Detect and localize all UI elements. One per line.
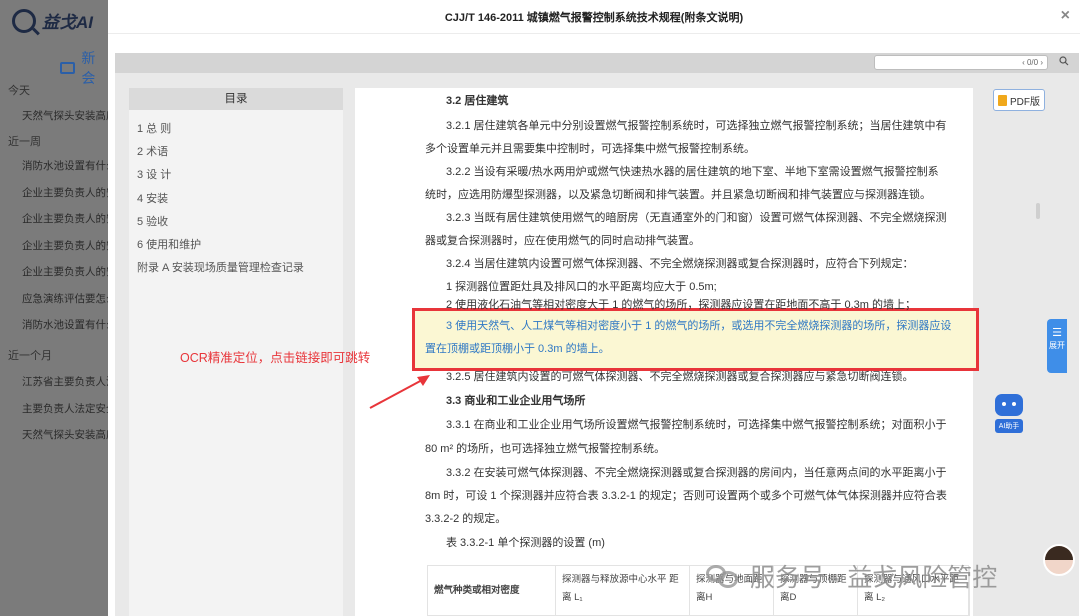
body-line: 置在顶棚或距顶棚小于 0.3m 的墙上。 xyxy=(425,343,610,355)
section-heading: 3.2 居住建筑 xyxy=(446,95,509,107)
history-item[interactable]: 企业主要负责人的安 xyxy=(22,264,108,279)
avatar[interactable] xyxy=(1043,544,1075,576)
toc-item[interactable]: 6 使用和维护 xyxy=(137,236,201,252)
body-line: 3 使用天然气、人工煤气等相对密度小于 1 的燃气的场所，或选用不完全燃烧探测器… xyxy=(446,320,952,332)
history-item[interactable]: 江苏省主要负责人法 xyxy=(22,374,108,389)
body-line: 表 3.3.2-1 单个探测器的设置 (m) xyxy=(446,537,605,549)
close-icon[interactable]: × xyxy=(1061,8,1070,24)
sidebar-section-label: 近一周 xyxy=(8,136,41,148)
ai-assistant-label: AI助手 xyxy=(994,419,1024,433)
body-line: 3.2.4 当居住建筑内设置可燃气体探测器、不完全燃烧探测器或复合探测器时，应符… xyxy=(446,258,914,270)
new-chat-button[interactable]: 新会 xyxy=(60,48,108,88)
toc-item[interactable]: 1 总 则 xyxy=(137,120,171,136)
body-line: 8m 时，可设 1 个探测器并应符合表 3.3.2-1 的规定；否则可设置两个或… xyxy=(425,490,947,502)
body-line: 3.3.2 在安装可燃气体探测器、不完全燃烧探测器或复合探测器的房间内，当任意两… xyxy=(446,467,947,479)
toc-item[interactable]: 3 设 计 xyxy=(137,166,171,182)
body-line: 80 m² 的场所，也可选择独立燃气报警控制系统。 xyxy=(425,443,666,455)
expand-label: 展开 xyxy=(1049,341,1065,350)
logo-icon xyxy=(12,8,36,33)
document-viewer: 目录 1 总 则 2 术语 3 设 计 4 安装 5 验收 6 使用和维护附录 A 安装现… xyxy=(115,73,1079,616)
table-header-cell: 探测器与释放源中心水平 距离 L₁ xyxy=(556,566,690,616)
toc-title: 目录 xyxy=(129,88,343,110)
history-item[interactable]: 企业主要负责人的安 xyxy=(22,185,108,200)
body-line: 2 使用液化石油气等相对密度大于 1 的燃气的场所，探测器应设置在距地面不高于 … xyxy=(446,299,916,311)
body-line: 3.2.5 居住建筑内设置的可燃气体探测器、不完全燃烧探测器或复合探测器应与紧急… xyxy=(446,371,914,383)
sidebar-section-label: 今天 xyxy=(8,85,30,97)
body-line: 多个设置单元并且需要集中控制时，可选择集中燃气报警控制系统。 xyxy=(425,143,755,155)
ai-assistant-button[interactable]: AI助手 xyxy=(988,390,1030,440)
toc-item[interactable]: 5 验收 xyxy=(137,213,168,229)
history-item[interactable]: 企业主要负责人的安 xyxy=(22,211,108,226)
body-line: 3.2.2 当设有采暖/热水两用炉或燃气快速热水器的居住建筑的地下室、半地下室需… xyxy=(446,166,939,178)
body-line: 3.3.1 在商业和工业企业用气场所设置燃气报警控制系统时，可选择集中燃气报警控… xyxy=(446,419,947,431)
viewer-toolbar: ‹ 0/0 › xyxy=(115,53,1079,73)
search-icon[interactable] xyxy=(1057,56,1071,70)
new-chat-icon xyxy=(60,62,76,74)
robot-icon xyxy=(995,394,1023,416)
logo-text: 益戈AI xyxy=(42,13,93,32)
body-line: 统时，应选用防爆型探测器，以及紧急切断阀和排气装置。并且紧急切断阀和排气装置应与… xyxy=(425,189,931,201)
background-sidebar: 益戈AI 新会 今天 天然气探头安装高度 近一周 消防水池设置有什么 企业主要负责人的安… xyxy=(0,0,108,616)
watermark-text: 服务号 · 益戈风险管控 xyxy=(750,564,998,592)
app-logo: 益戈AI xyxy=(12,8,93,33)
history-item[interactable]: 天然气探头安装高度 xyxy=(22,108,108,123)
toc-item[interactable]: 附录 A 安装现场质量管理检查记录 xyxy=(137,259,304,275)
sidebar-section-label: 近一个月 xyxy=(8,350,52,362)
toc-item[interactable]: 2 术语 xyxy=(137,143,168,159)
history-item[interactable]: 主要负责人法定安全 xyxy=(22,401,108,416)
document-page: 3.2 居住建筑 3.2.1 居住建筑各单元中分别设置燃气报警控制系统时，可选择独… xyxy=(355,88,979,616)
body-line: 器或复合探测器时，应在使用燃气的同时启动排气装置。 xyxy=(425,235,700,247)
wechat-icon xyxy=(706,563,742,589)
modal-title: CJJ/T 146-2011 城镇燃气报警控制系统技术规程(附条文说明) xyxy=(444,11,744,24)
pdf-icon xyxy=(998,94,1007,106)
pdf-button[interactable]: PDF版 xyxy=(993,89,1045,111)
watermark: 服务号 · 益戈风险管控 xyxy=(706,558,997,594)
table-header-cell: 燃气种类或相对密度 xyxy=(428,566,556,616)
section-heading: 3.3 商业和工业企业用气场所 xyxy=(446,395,586,407)
toc-item[interactable]: 4 安装 xyxy=(137,190,168,206)
search-input[interactable]: ‹ 0/0 › xyxy=(874,55,1048,70)
history-item[interactable]: 企业主要负责人的安 xyxy=(22,238,108,253)
list-icon: ☰ xyxy=(1052,327,1062,339)
body-line: 3.2.3 当既有居住建筑使用燃气的暗厨房（无直通室外的门和窗）设置可燃气体探测… xyxy=(446,212,947,224)
history-item[interactable]: 应急演练评估要怎么 xyxy=(22,291,108,306)
body-line: 3.3.2-2 的规定。 xyxy=(425,513,507,525)
expand-panel-button[interactable]: ☰ 展开 xyxy=(1047,319,1067,373)
document-modal: CJJ/T 146-2011 城镇燃气报警控制系统技术规程(附条文说明) × ‹… xyxy=(108,0,1080,616)
body-line: 3.2.1 居住建筑各单元中分别设置燃气报警控制系统时，可选择独立燃气报警控制系… xyxy=(446,120,947,132)
history-item[interactable]: 消防水池设置有什么 xyxy=(22,317,108,332)
pdf-label: PDF版 xyxy=(1010,96,1040,108)
new-chat-label: 新会 xyxy=(81,50,96,86)
history-item[interactable]: 天然气探头安装高度 xyxy=(22,427,108,442)
modal-header: CJJ/T 146-2011 城镇燃气报警控制系统技术规程(附条文说明) × xyxy=(108,0,1080,34)
scrollbar[interactable] xyxy=(1036,203,1040,219)
history-item[interactable]: 消防水池设置有什么 xyxy=(22,158,108,173)
search-pager[interactable]: ‹ 0/0 › xyxy=(1022,56,1043,70)
annotation-text: OCR精准定位，点击链接即可跳转 xyxy=(180,351,371,365)
